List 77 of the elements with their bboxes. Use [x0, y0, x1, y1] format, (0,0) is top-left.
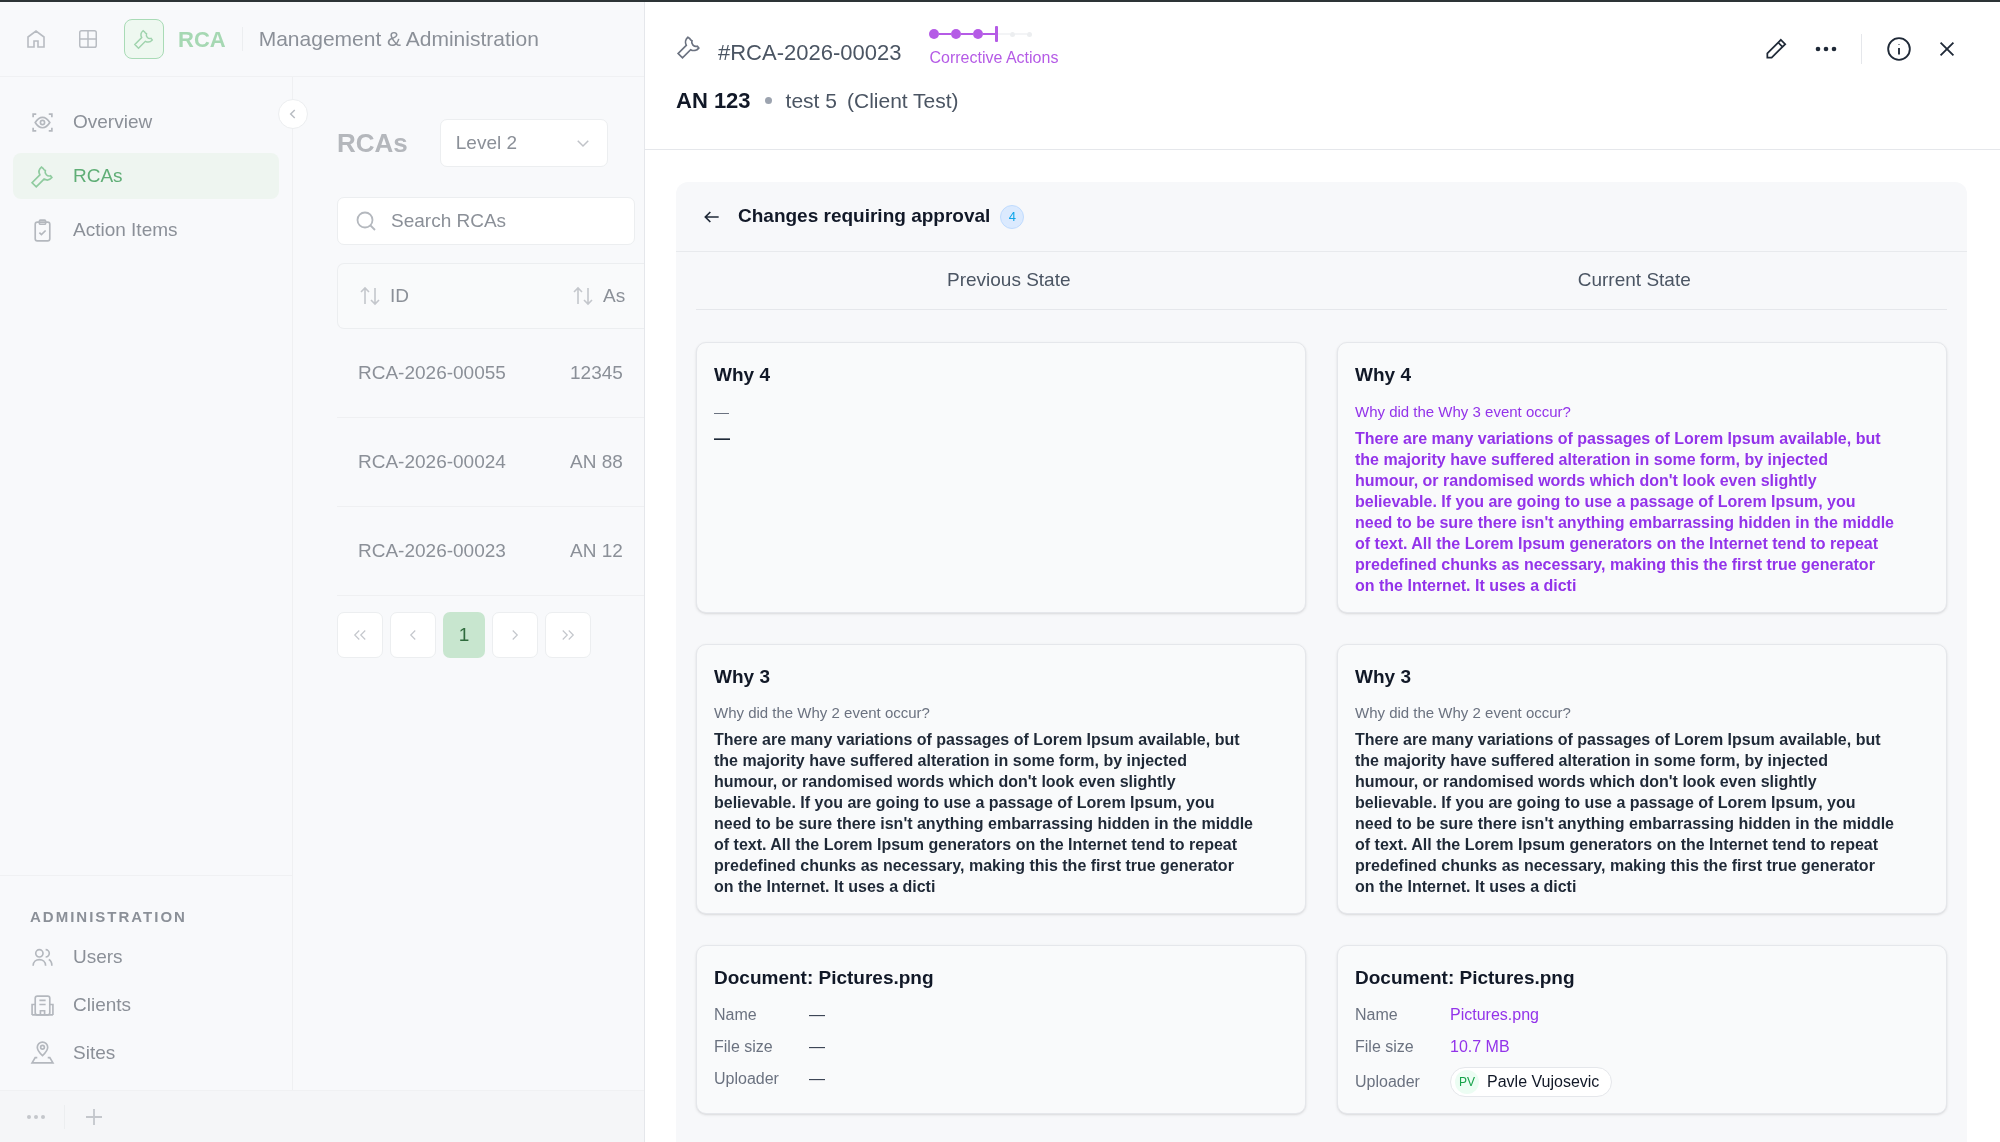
app-logo[interactable]	[124, 19, 164, 59]
table-cell-text: RCA-2026-00024	[357, 449, 507, 474]
question-text: Why did the Why 3 event occur?	[1355, 401, 1572, 422]
column-header: Current State	[1577, 268, 1691, 293]
page-button[interactable]: 1	[443, 612, 485, 658]
wrench-icon	[30, 163, 55, 189]
nav-item[interactable]: Sites	[13, 1030, 279, 1076]
nav-item[interactable]: Action Items	[13, 207, 279, 253]
grid-icon[interactable]	[77, 28, 99, 50]
home-icon[interactable]	[24, 27, 48, 51]
nav-item[interactable]: RCAs	[13, 153, 279, 199]
search-icon	[354, 209, 378, 233]
record-id: #RCA-2026-00023	[718, 39, 902, 67]
table-cell-text: AN 12	[570, 538, 624, 563]
field-value: 10.7 MB	[1450, 1036, 1510, 1057]
table-cell-text: RCA-2026-00055	[357, 360, 507, 385]
next-page-button[interactable]	[492, 612, 538, 658]
collapse-button[interactable]	[278, 99, 308, 129]
field-label: File size	[1355, 1036, 1415, 1057]
field-value: —	[809, 1036, 825, 1057]
card-title: Why 3	[714, 664, 771, 689]
section-heading: ADMINISTRATION	[29, 906, 188, 927]
nav-item[interactable]: Users	[13, 934, 279, 980]
field-value: —	[809, 1004, 825, 1025]
user-chip: PV Pavle Vujosevic	[1450, 1066, 1613, 1097]
wrench-icon	[676, 34, 702, 60]
field-label: Uploader	[714, 1068, 780, 1089]
card-title: Document: Pictures.png	[1355, 966, 1576, 990]
client-name: (Client Test)	[846, 87, 959, 114]
more-icon[interactable]	[1815, 46, 1837, 52]
field-label: Name	[1355, 1004, 1399, 1025]
question-text: Why did the Why 2 event occur?	[1355, 703, 1572, 723]
field-value: —	[809, 1068, 825, 1089]
add-icon[interactable]	[85, 1107, 103, 1126]
last-page-button[interactable]	[545, 612, 591, 658]
field-label: Name	[714, 1004, 758, 1025]
count-badge: 4	[1000, 204, 1025, 229]
page-title: RCAs	[337, 126, 408, 160]
map-pin-icon	[30, 1040, 55, 1066]
field-value: Pictures.png	[1450, 1004, 1539, 1025]
question-text: —	[714, 401, 730, 422]
card-title: Why 4	[714, 363, 771, 387]
answer-text: —	[714, 428, 731, 449]
building-icon	[30, 992, 55, 1018]
app-name: RCA	[178, 25, 226, 54]
answer-text: There are many variations of passages of Lorem Ipsum available, but the majority have suffered alteration in some form, by injected humour, or randomised words which don't look even slightly believable. If you are going to use a passage of Lorem Ipsum, you need to be sure there isn't anything embarrassing hidden in the middle of text. All the Lorem Ipsum generators on the Internet tend to repeat predefined chunks as necessary, making this the first true generator on the Internet. It uses a dicti	[714, 730, 1254, 897]
question-text: Why did the Why 2 event occur?	[714, 703, 931, 723]
edit-icon[interactable]	[1763, 36, 1789, 62]
column-header: Previous State	[946, 268, 1071, 293]
table-cell-text: 12345	[570, 360, 624, 385]
wrench-icon	[133, 28, 155, 50]
info-icon[interactable]	[1886, 36, 1912, 62]
answer-text: There are many variations of passages of Lorem Ipsum available, but the majority have suffered alteration in some form, by injected humour, or randomised words which don't look even slightly believable. If you are going to use a passage of Lorem Ipsum, you need to be sure there isn't anything embarrassing hidden in the middle of text. All the Lorem Ipsum generators on the Internet tend to repeat predefined chunks as necessary, making this the first true generator on the Internet. It uses a dicti	[1355, 428, 1895, 596]
column-header[interactable]: ID	[338, 281, 571, 311]
previous-page-button[interactable]	[390, 612, 436, 658]
step-label: Corrective Actions	[929, 48, 1059, 68]
card-title: Document: Pictures.png	[714, 966, 935, 990]
nav-item[interactable]: Clients	[13, 982, 279, 1028]
section-title: Management & Administration	[258, 26, 539, 53]
search-field[interactable]: Search RCAs	[337, 197, 635, 245]
sort-icon	[358, 284, 382, 308]
table-cell-text: AN 88	[570, 449, 624, 474]
card-title: Why 3	[1355, 664, 1412, 689]
sort-icon	[571, 284, 595, 308]
level-dropdown[interactable]: Level 2	[439, 119, 608, 167]
field-label: File size	[714, 1036, 774, 1057]
first-page-button[interactable]	[337, 612, 383, 658]
answer-text: There are many variations of passages of Lorem Ipsum available, but the majority have suffered alteration in some form, by injected humour, or randomised words which don't look even slightly believable. If you are going to use a passage of Lorem Ipsum, you need to be sure there isn't anything embarrassing hidden in the middle of text. All the Lorem Ipsum generators on the Internet tend to repeat predefined chunks as necessary, making this the first true generator on the Internet. It uses a dicti	[1355, 730, 1895, 897]
user-avatar: PV	[1455, 1069, 1479, 1094]
card-title: Why 4	[1355, 363, 1412, 387]
panel-title: Changes requiring approval	[738, 204, 991, 229]
field-label: Uploader	[1355, 1071, 1421, 1092]
record-title: test 5	[785, 87, 837, 114]
table-cell-text: RCA-2026-00023	[357, 538, 507, 563]
column-header[interactable]: As	[571, 281, 644, 311]
asset-name: AN 123	[676, 87, 751, 115]
nav-item[interactable]: Overview	[13, 99, 279, 145]
